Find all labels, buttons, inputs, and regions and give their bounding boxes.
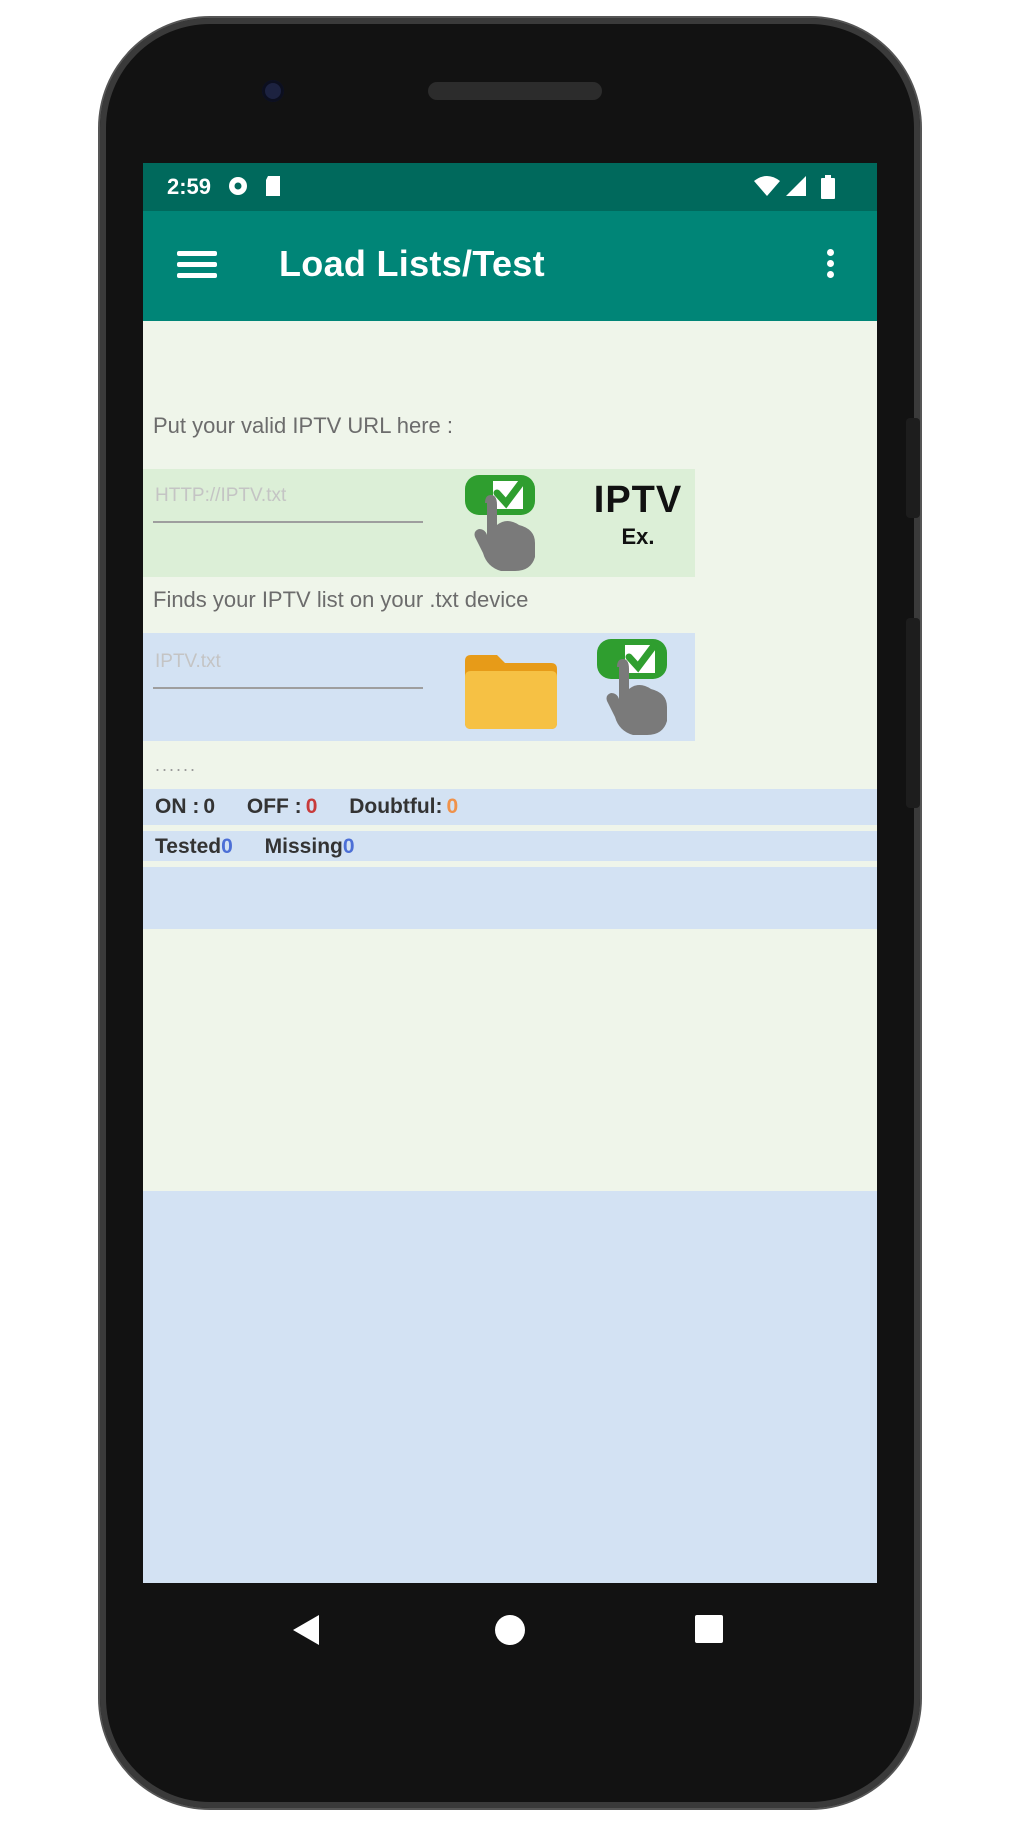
- home-circle-icon[interactable]: [495, 1615, 525, 1645]
- tested-label: Tested: [155, 835, 222, 858]
- page-title: Load Lists/Test: [279, 243, 545, 284]
- file-section-label: Finds your IPTV list on your .txt device: [153, 587, 529, 612]
- divider-dots: ......: [155, 755, 198, 775]
- iptv-logo-subtext: Ex.: [621, 524, 655, 549]
- signal-icon: [786, 176, 806, 196]
- gear-notification-icon: [229, 177, 247, 195]
- main-content: Put your valid IPTV URL here : HTTP://IP…: [143, 321, 877, 1191]
- file-input-panel: IPTV.txt: [143, 633, 695, 741]
- file-input[interactable]: IPTV.txt: [153, 647, 423, 689]
- stats-row-progress: Tested0 Missing0: [155, 835, 359, 859]
- hamburger-menu-icon[interactable]: [177, 251, 217, 279]
- doubtful-value: 0: [446, 795, 459, 818]
- back-triangle-icon[interactable]: [293, 1615, 319, 1645]
- recents-square-icon[interactable]: [695, 1615, 723, 1643]
- doubtful-label: Doubtful:: [349, 795, 443, 818]
- on-label: ON :: [155, 795, 200, 818]
- earpiece-speaker: [428, 82, 602, 100]
- url-section-label: Put your valid IPTV URL here :: [153, 413, 453, 438]
- missing-value: 0: [342, 835, 355, 858]
- off-value: 0: [305, 795, 318, 818]
- missing-label: Missing: [264, 835, 343, 858]
- volume-button: [906, 618, 920, 808]
- status-time: 2:59: [167, 174, 212, 199]
- wifi-icon: [754, 176, 780, 196]
- on-value: 0: [203, 795, 216, 818]
- front-camera: [262, 80, 284, 102]
- iptv-logo: IPTV Ex.: [583, 479, 693, 550]
- app-bar: Load Lists/Test: [143, 211, 877, 321]
- overflow-menu-icon[interactable]: [823, 249, 837, 285]
- battery-icon: [821, 175, 835, 199]
- screen: 2:59 Load Lists/Test Put your valid IPTV…: [143, 163, 877, 1583]
- check-tap-icon[interactable]: [595, 637, 679, 737]
- sd-card-icon: [266, 176, 280, 196]
- off-label: OFF :: [246, 795, 302, 818]
- folder-icon[interactable]: [461, 651, 561, 731]
- results-area: [143, 867, 877, 929]
- status-bar: 2:59: [143, 163, 877, 211]
- navigation-bar: [143, 1583, 877, 1673]
- stats-row-status: ON :0 OFF :0 Doubtful: 0: [155, 795, 462, 819]
- url-input-panel: HTTP://IPTV.txt IPTV Ex.: [143, 469, 695, 577]
- iptv-logo-text: IPTV: [593, 479, 683, 521]
- tested-value: 0: [221, 835, 233, 858]
- check-tap-icon[interactable]: [463, 473, 547, 573]
- url-input[interactable]: HTTP://IPTV.txt: [153, 481, 423, 523]
- power-button: [906, 418, 920, 518]
